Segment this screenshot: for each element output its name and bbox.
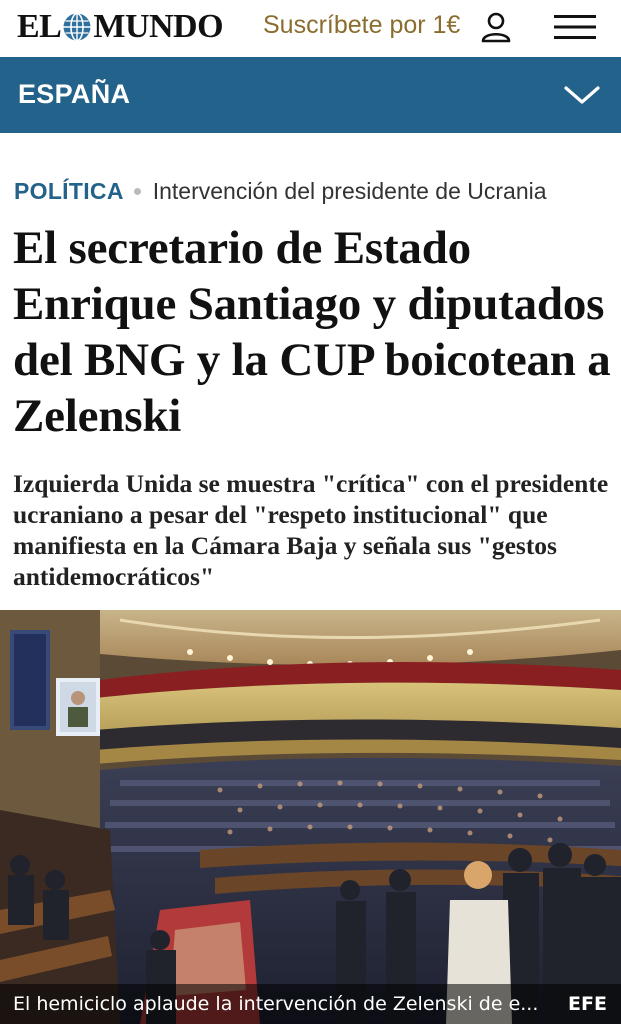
user-icon[interactable] <box>479 10 513 44</box>
photo-caption: El hemiciclo aplaude la intervención de … <box>13 993 539 1015</box>
separator-dot <box>133 188 141 195</box>
globe-icon <box>63 12 91 42</box>
logo-text-right: MUNDO <box>93 8 224 45</box>
section-label: ESPAÑA <box>18 79 131 109</box>
section-bar[interactable]: ESPAÑA <box>0 57 621 133</box>
photo-caption-bar: El hemiciclo aplaude la intervención de … <box>0 984 621 1024</box>
topic-label: Intervención del presidente de Ucrania <box>152 178 547 204</box>
subscribe-link[interactable]: Suscríbete por 1€ <box>263 11 460 40</box>
logo-text-left: EL <box>17 8 62 45</box>
category-link[interactable]: POLÍTICA <box>14 178 124 205</box>
article-kicker: POLÍTICA Intervención del presidente de … <box>14 178 547 205</box>
article-headline: El secretario de Estado Enrique Santiago… <box>13 222 611 442</box>
article-standfirst: Izquierda Unida se muestra "crítica" con… <box>13 469 609 591</box>
photo-credit: EFE <box>568 993 607 1015</box>
chevron-down-icon[interactable] <box>563 82 601 108</box>
parliament-image <box>0 610 621 1024</box>
site-logo[interactable]: EL MUNDO <box>17 8 224 46</box>
top-header: EL MUNDO Suscríbete por 1€ <box>0 0 621 57</box>
hamburger-menu-icon[interactable] <box>554 14 596 40</box>
article-photo[interactable]: El hemiciclo aplaude la intervención de … <box>0 610 621 1024</box>
